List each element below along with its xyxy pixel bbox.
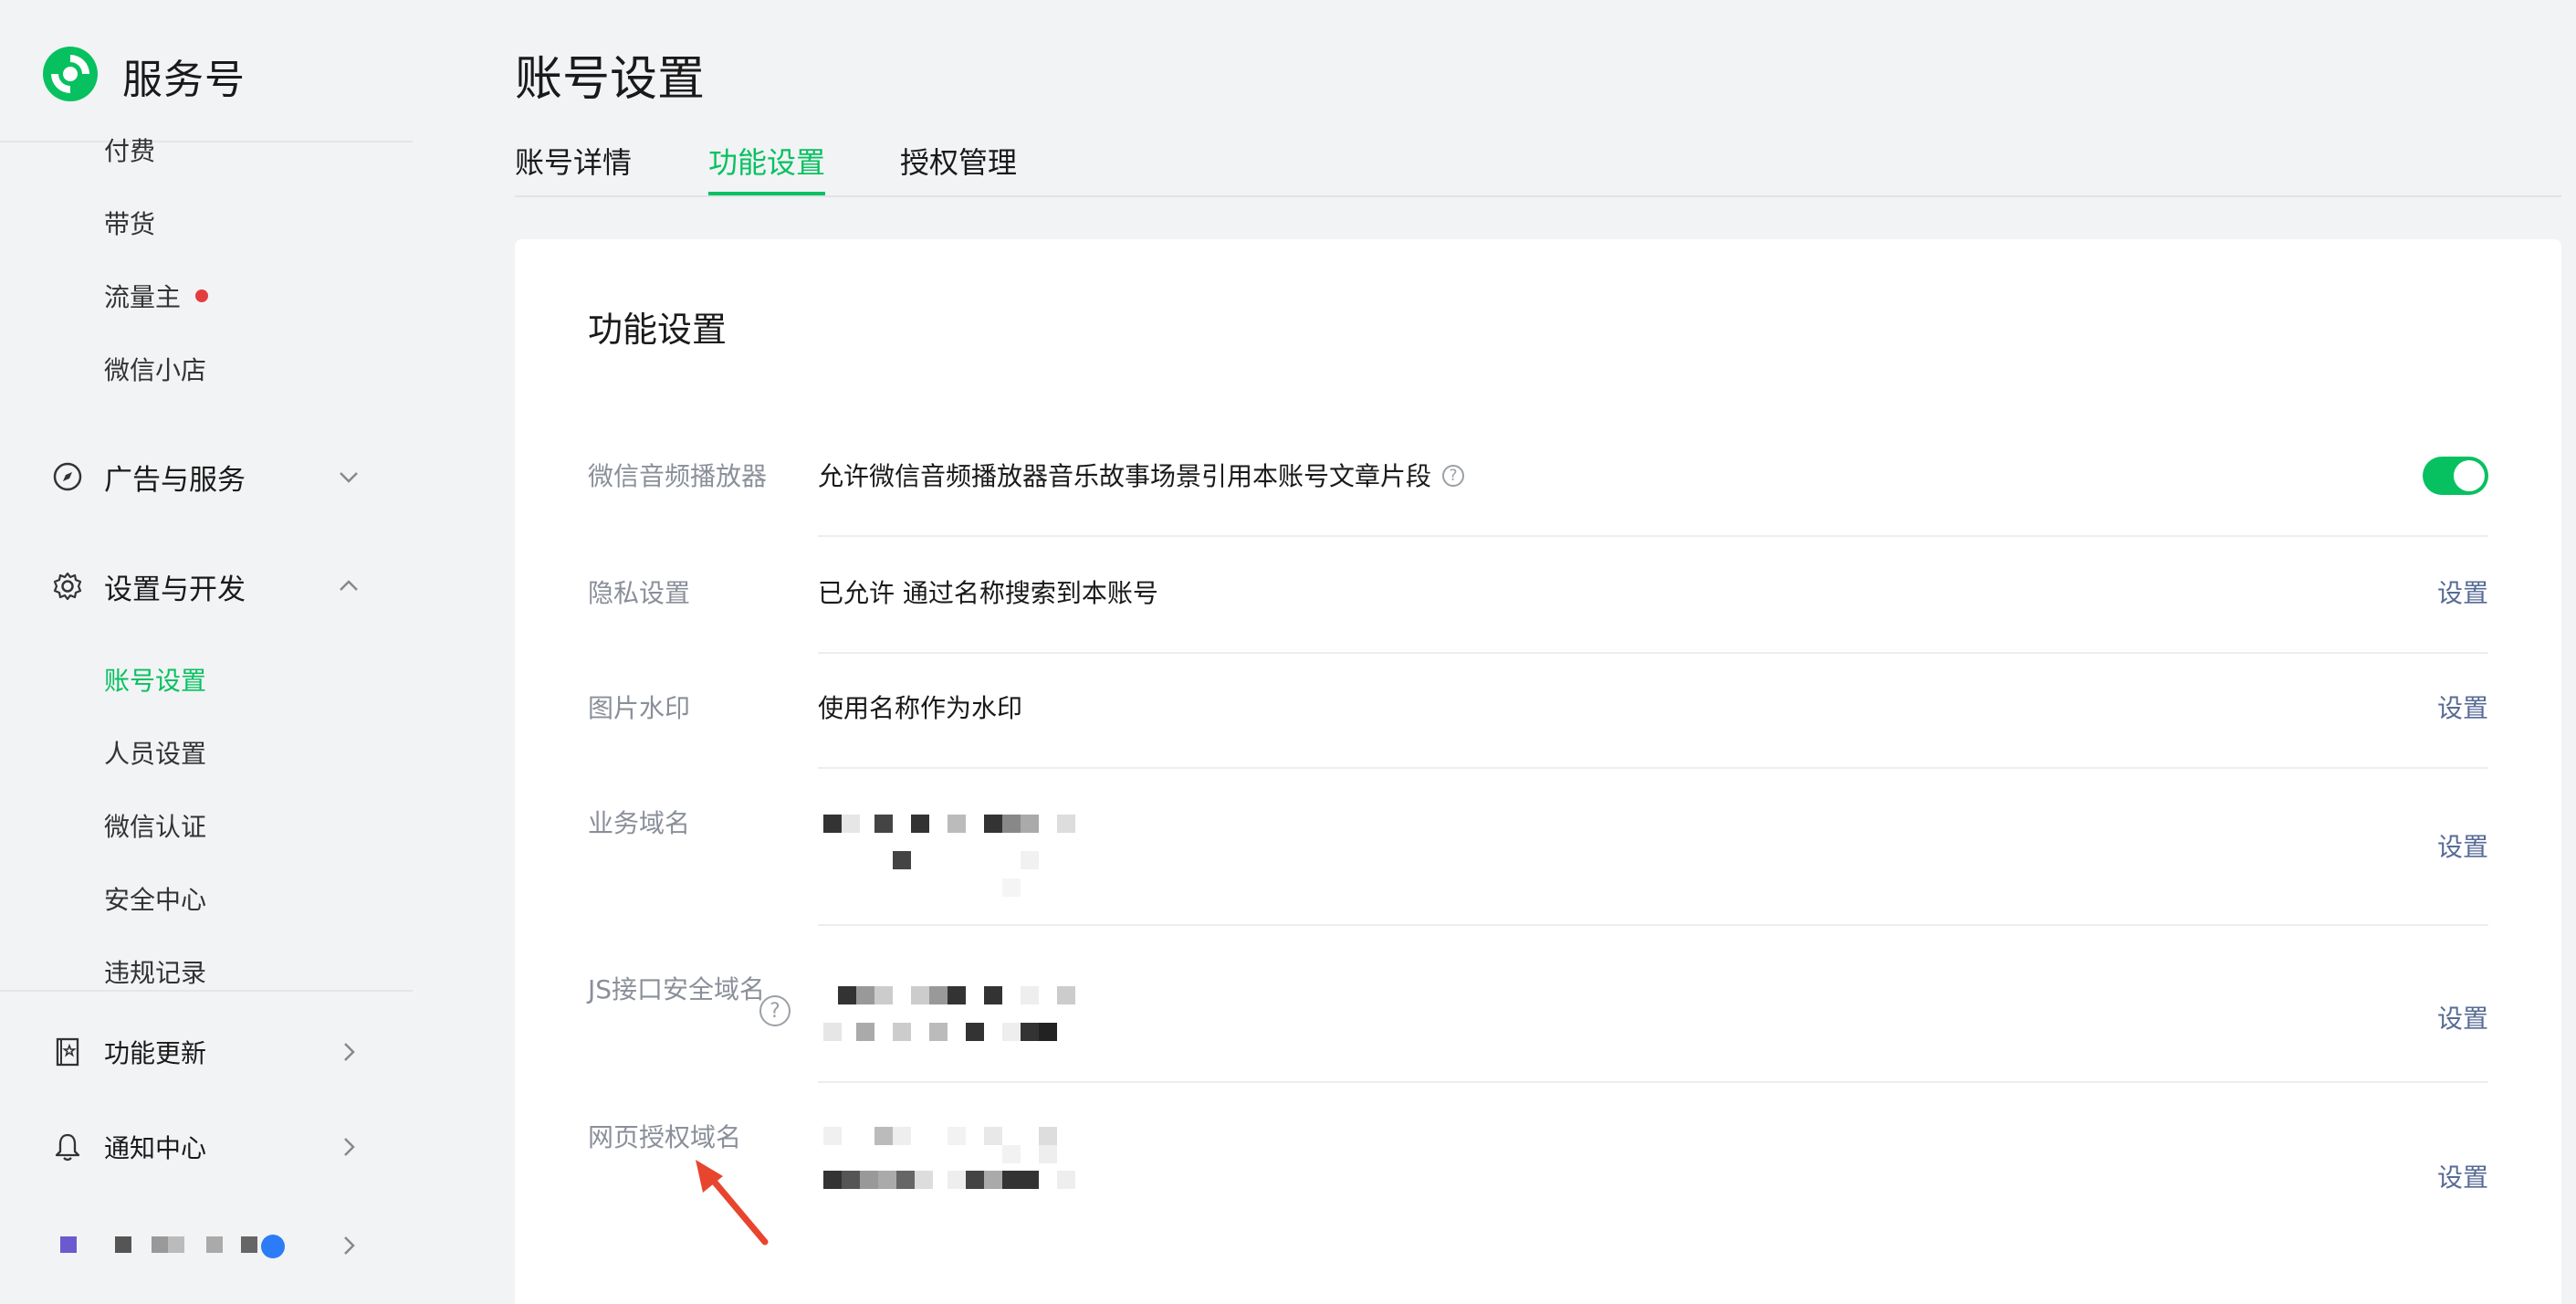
toggle-knob	[2454, 460, 2485, 491]
chevron-down-icon	[336, 464, 361, 489]
sidebar-group-label: 设置与开发	[104, 573, 246, 606]
sidebar: 服务号 付费 带货 流量主 微信小店 广告与服务 设置与开发 账号设置 人员设置…	[0, 0, 413, 1304]
sidebar-divider	[0, 990, 413, 992]
sidebar-item-security-center[interactable]: 安全中心	[104, 882, 206, 919]
sidebar-item-notification-center[interactable]: 通知中心	[51, 1125, 361, 1169]
web-auth-domain-settings-link[interactable]: 设置	[2437, 1158, 2488, 1198]
sidebar-item-wechat-shop[interactable]: 微信小店	[104, 352, 206, 389]
tab-authorization-management[interactable]: 授权管理	[900, 139, 1017, 186]
notebook-star-icon	[51, 1036, 84, 1068]
row-divider	[818, 924, 2488, 926]
verified-badge-icon	[261, 1235, 285, 1258]
row-divider	[818, 535, 2488, 537]
sidebar-item-label: 通知中心	[104, 1133, 207, 1163]
bell-icon	[51, 1130, 84, 1163]
business-domain-settings-link[interactable]: 设置	[2437, 827, 2488, 868]
row-divider	[818, 652, 2488, 654]
setting-label: 图片水印	[588, 693, 691, 723]
setting-label: 微信音频播放器	[588, 461, 768, 491]
setting-value: 允许微信音频播放器音乐故事场景引用本账号文章片段?	[818, 457, 1465, 497]
audio-player-toggle[interactable]	[2423, 457, 2488, 495]
setting-row-web-auth-domain: 网页授权域名 设置	[588, 1118, 2488, 1242]
setting-label: 网页授权域名	[588, 1122, 742, 1152]
wechat-service-logo-icon	[40, 44, 100, 108]
chevron-up-icon	[336, 573, 361, 599]
setting-row-audio-player: 微信音频播放器 允许微信音频播放器音乐故事场景引用本账号文章片段?	[588, 457, 2488, 537]
setting-label: 隐私设置	[588, 578, 691, 608]
chevron-right-icon	[336, 1233, 361, 1262]
account-switcher[interactable]	[51, 1224, 361, 1267]
sidebar-item-feature-updates[interactable]: 功能更新	[51, 1030, 361, 1074]
sidebar-group-ads-services[interactable]: 广告与服务	[51, 455, 361, 499]
notification-dot	[195, 289, 209, 302]
sidebar-group-label: 广告与服务	[104, 463, 246, 497]
row-divider	[818, 1081, 2488, 1083]
tab-feature-settings[interactable]: 功能设置	[708, 139, 826, 195]
avatar	[60, 1236, 77, 1253]
setting-label: 业务域名	[588, 808, 691, 838]
help-icon[interactable]: ?	[759, 995, 791, 1026]
sidebar-item-violation-records[interactable]: 违规记录	[104, 955, 206, 992]
setting-row-privacy: 隐私设置 已允许 通过名称搜索到本账号 设置	[588, 573, 2488, 654]
card-title: 功能设置	[588, 310, 728, 350]
sidebar-item-label: 功能更新	[104, 1038, 207, 1068]
sidebar-item-label: 流量主	[104, 282, 182, 312]
sidebar-item-traffic-owner[interactable]: 流量主	[104, 279, 209, 316]
sidebar-group-settings-dev[interactable]: 设置与开发	[51, 564, 361, 608]
watermark-settings-link[interactable]: 设置	[2437, 689, 2488, 729]
sidebar-divider	[0, 141, 413, 142]
tab-account-details[interactable]: 账号详情	[515, 139, 632, 186]
chevron-right-icon	[336, 1134, 361, 1160]
setting-label: JS接口安全域名	[588, 974, 766, 1004]
setting-row-business-domain: 业务域名 设置	[588, 804, 2488, 926]
gear-icon	[51, 570, 84, 603]
chevron-right-icon	[336, 1039, 361, 1065]
setting-row-js-security-domain: JS接口安全域名 ? 设置	[588, 959, 2488, 1083]
setting-value: 已允许 通过名称搜索到本账号	[818, 578, 1158, 608]
sidebar-item-commerce[interactable]: 带货	[104, 206, 155, 243]
setting-value: 使用名称作为水印	[818, 693, 1023, 723]
brand[interactable]: 服务号	[40, 46, 246, 106]
sidebar-item-paid[interactable]: 付费	[104, 133, 155, 170]
feature-settings-card: 功能设置 微信音频播放器 允许微信音频播放器音乐故事场景引用本账号文章片段? 隐…	[515, 239, 2561, 1304]
annotation-arrow-icon	[696, 1160, 769, 1246]
help-icon[interactable]: ?	[1442, 465, 1465, 487]
sidebar-item-account-settings[interactable]: 账号设置	[104, 663, 206, 699]
js-domain-settings-link[interactable]: 设置	[2437, 999, 2488, 1039]
setting-row-image-watermark: 图片水印 使用名称作为水印 设置	[588, 689, 2488, 769]
page-title: 账号设置	[515, 52, 706, 107]
brand-name: 服务号	[122, 57, 246, 103]
privacy-settings-link[interactable]: 设置	[2437, 573, 2488, 614]
tab-bar: 账号详情 功能设置 授权管理	[515, 139, 2561, 197]
row-divider	[818, 767, 2488, 769]
compass-icon	[51, 460, 84, 493]
sidebar-item-wechat-verification[interactable]: 微信认证	[104, 809, 206, 846]
sidebar-item-member-settings[interactable]: 人员设置	[104, 736, 206, 773]
